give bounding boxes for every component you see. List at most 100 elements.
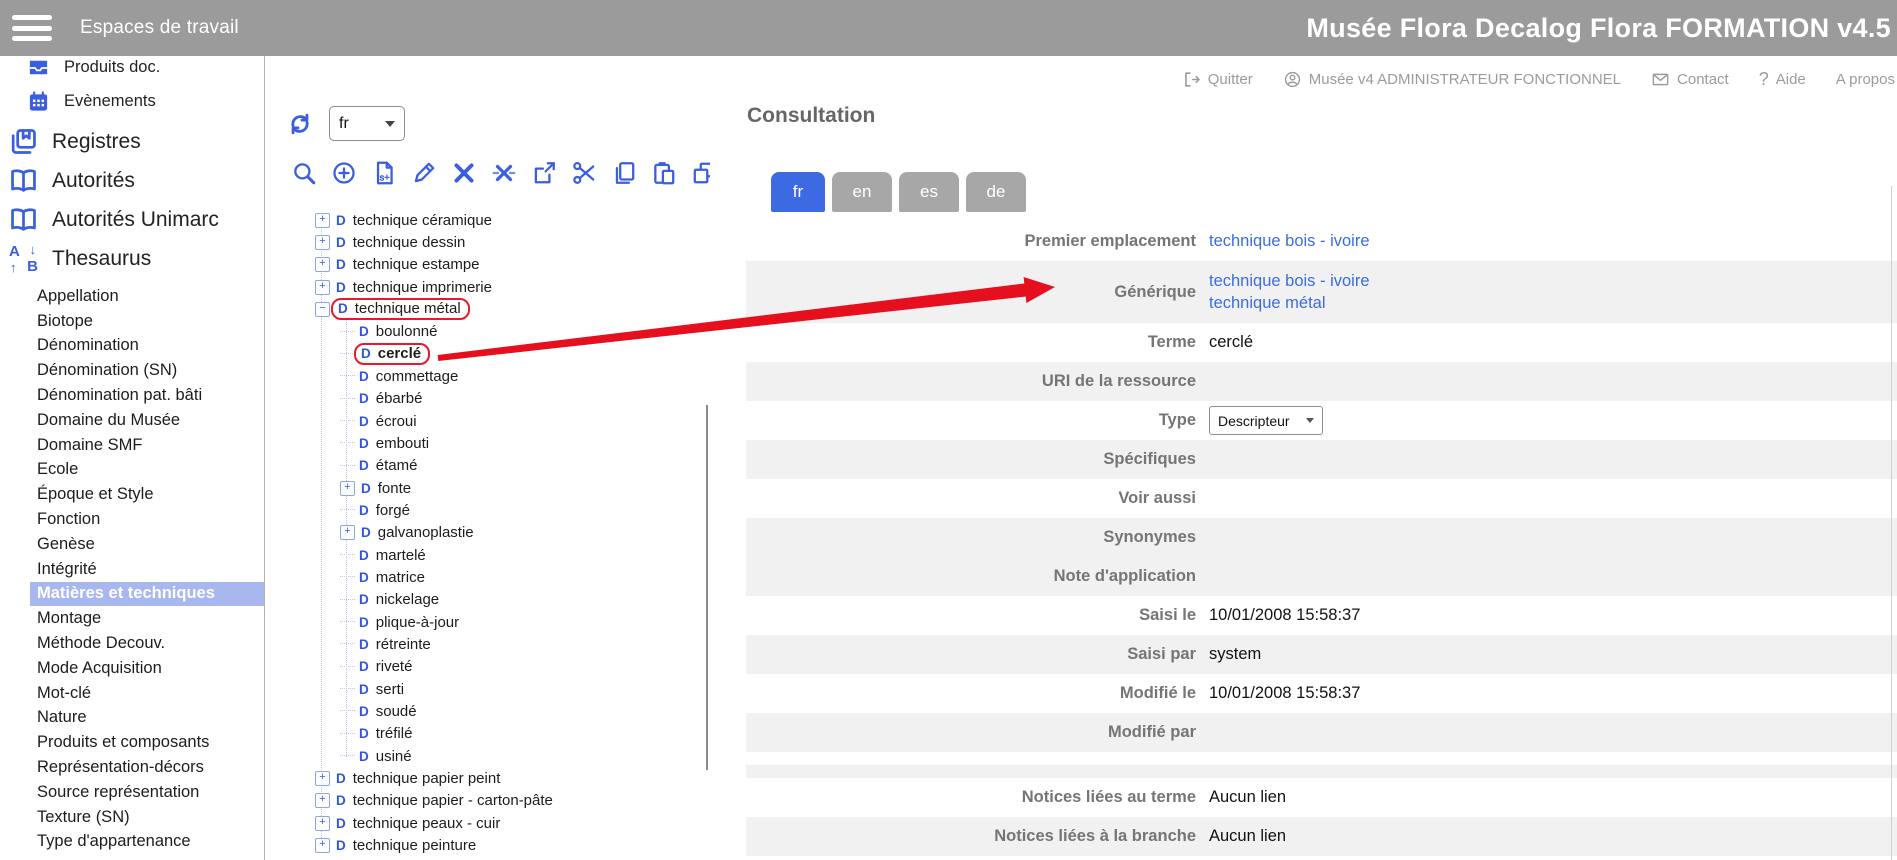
thesaurus-item-int-grit[interactable]: Intégrité [30, 557, 264, 582]
tree-node-commettage[interactable]: Dcommettage [265, 365, 710, 387]
export-icon[interactable] [531, 160, 557, 186]
sidebar-item-autorit-s[interactable]: Autorités [0, 161, 264, 200]
field-row-saisi-par: Saisi parsystem [746, 635, 1897, 674]
refresh-icon[interactable] [287, 111, 313, 137]
sidebar-item-autorit-s-unimarc[interactable]: Autorités Unimarc [0, 200, 264, 239]
sidebar-item-registres[interactable]: Registres [0, 122, 264, 161]
expand-plus-icon[interactable]: + [315, 838, 330, 853]
thesaurus-item-biotope[interactable]: Biotope [30, 309, 264, 334]
expand-plus-icon[interactable]: + [315, 771, 330, 786]
tree-node-technique-estampe[interactable]: +Dtechnique estampe [265, 254, 710, 276]
paste-icon[interactable] [651, 160, 677, 186]
thesaurus-item-d-nomination[interactable]: Dénomination [30, 334, 264, 359]
expand-plus-icon[interactable]: + [315, 793, 330, 808]
tree-node-tam[interactable]: Détamé [265, 455, 710, 477]
thesaurus-item-montage[interactable]: Montage [30, 606, 264, 631]
thesaurus-item-type-d-appartenance[interactable]: Type d'appartenance [30, 830, 264, 855]
tree-node-technique-m-tal[interactable]: −Dtechnique métal [265, 298, 710, 320]
tab-de[interactable]: de [966, 172, 1026, 212]
delete-icon[interactable] [451, 160, 477, 186]
tree-node-technique-papier-peint[interactable]: +Dtechnique papier peint [265, 767, 710, 789]
workspaces-menu-label[interactable]: Espaces de travail [80, 17, 239, 39]
tree-node-embouti[interactable]: Dembouti [265, 432, 710, 454]
search-icon[interactable] [291, 160, 317, 186]
tree-node-tr-fil[interactable]: Dtréfilé [265, 723, 710, 745]
thesaurus-item-nature[interactable]: Nature [30, 706, 264, 731]
tree-node-fonte[interactable]: +Dfonte [265, 477, 710, 499]
type-select[interactable]: Descripteur [1209, 406, 1323, 435]
expand-plus-icon[interactable]: + [315, 816, 330, 831]
tree-node-technique-imprimerie[interactable]: +Dtechnique imprimerie [265, 276, 710, 298]
thesaurus-item-d-nomination-sn[interactable]: Dénomination (SN) [30, 358, 264, 383]
sidebar-item-produits-doc[interactable]: Produits doc. [0, 56, 264, 84]
expand-plus-icon[interactable]: + [315, 257, 330, 272]
thesaurus-item-ecole[interactable]: Ecole [30, 458, 264, 483]
delete-branch-icon[interactable] [491, 160, 517, 186]
thesaurus-item-poque-et-style[interactable]: Époque et Style [30, 482, 264, 507]
tree-node-rivet[interactable]: Driveté [265, 656, 710, 678]
expand-plus-icon[interactable]: + [315, 235, 330, 250]
tab-es[interactable]: es [899, 172, 959, 212]
thesaurus-item-mati-res-et-techniques[interactable]: Matières et techniques [30, 582, 264, 607]
tree-node-croui[interactable]: Décroui [265, 410, 710, 432]
tab-en[interactable]: en [832, 172, 892, 212]
collapse-minus-icon[interactable]: − [315, 302, 330, 317]
sidebar-item-thesaurus[interactable]: A↓↑BThesaurus [0, 239, 264, 278]
tree-node-technique-peinture[interactable]: +Dtechnique peinture [265, 834, 710, 856]
tree-node-boulonn[interactable]: Dboulonné [265, 321, 710, 343]
thesaurus-item-domaine-smf[interactable]: Domaine SMF [30, 433, 264, 458]
add-icon[interactable] [331, 160, 357, 186]
thesaurus-item-fonction[interactable]: Fonction [30, 507, 264, 532]
thesaurus-item-d-nomination-pat-b-ti[interactable]: Dénomination pat. bâti [30, 383, 264, 408]
sidebar-item-label: Autorités Unimarc [52, 208, 219, 232]
expand-plus-icon[interactable]: + [340, 481, 355, 496]
field-value-link[interactable]: technique métal [1209, 294, 1370, 313]
tree-node-core: Dmatrice [359, 569, 425, 586]
thesaurus-item-produits-et-composants[interactable]: Produits et composants [30, 730, 264, 755]
tree-node-martel[interactable]: Dmartelé [265, 544, 710, 566]
tree-node-usin[interactable]: Dusiné [265, 745, 710, 767]
tab-fr[interactable]: fr [771, 172, 825, 212]
tree-node-nickelage[interactable]: Dnickelage [265, 589, 710, 611]
hamburger-menu-icon[interactable] [12, 15, 52, 41]
tree-node-technique-dessin[interactable]: +Dtechnique dessin [265, 231, 710, 253]
thesaurus-item-mot-cl[interactable]: Mot-clé [30, 681, 264, 706]
tree-language-select[interactable]: fr [329, 106, 405, 141]
tree-node-technique-papier-carton-p-te[interactable]: +Dtechnique papier - carton-pâte [265, 790, 710, 812]
tree-node-forg[interactable]: Dforgé [265, 499, 710, 521]
duplicate-icon[interactable] [691, 160, 710, 186]
tree-node-serti[interactable]: Dserti [265, 678, 710, 700]
app-header: Espaces de travail Musée Flora Decalog F… [0, 0, 1897, 56]
expand-plus-icon[interactable]: + [315, 213, 330, 228]
thesaurus-item-domaine-du-mus-e[interactable]: Domaine du Musée [30, 408, 264, 433]
panel-scrollbar[interactable] [1891, 186, 1892, 860]
tree-node-galvanoplastie[interactable]: +Dgalvanoplastie [265, 522, 710, 544]
thesaurus-item-appellation[interactable]: Appellation [30, 284, 264, 309]
thesaurus-item-repr-sentation-d-cors[interactable]: Représentation-décors [30, 755, 264, 780]
tree-node-technique-c-ramique[interactable]: +Dtechnique céramique [265, 209, 710, 231]
sidebar-item-ev-nements[interactable]: Evènements [0, 84, 264, 118]
thesaurus-item-m-thode-decouv[interactable]: Méthode Decouv. [30, 631, 264, 656]
add-document-icon[interactable]: s+ [371, 160, 397, 186]
tree-scrollbar[interactable] [706, 405, 708, 770]
thesaurus-item-source-repr-sentation[interactable]: Source représentation [30, 780, 264, 805]
tree-node-barb[interactable]: Débarbé [265, 388, 710, 410]
tree-node-core: Dtréfilé [359, 725, 412, 742]
expand-plus-icon[interactable]: + [340, 525, 355, 540]
copy-icon[interactable] [611, 160, 637, 186]
tree-node-soud[interactable]: Dsoudé [265, 700, 710, 722]
tree-node-plique-jour[interactable]: Dplique-à-jour [265, 611, 710, 633]
tree-node-matrice[interactable]: Dmatrice [265, 566, 710, 588]
expand-plus-icon[interactable]: + [315, 280, 330, 295]
book-icon [8, 165, 39, 196]
tree-node-r-treinte[interactable]: Drétreinte [265, 633, 710, 655]
field-value-link[interactable]: technique bois - ivoire [1209, 232, 1370, 251]
tree-node-cercl[interactable]: Dcerclé [265, 343, 710, 365]
thesaurus-item-gen-se[interactable]: Genèse [30, 532, 264, 557]
thesaurus-item-texture-sn[interactable]: Texture (SN) [30, 805, 264, 830]
tree-node-technique-peaux-cuir[interactable]: +Dtechnique peaux - cuir [265, 812, 710, 834]
thesaurus-item-mode-acquisition[interactable]: Mode Acquisition [30, 656, 264, 681]
edit-icon[interactable] [411, 160, 437, 186]
cut-icon[interactable] [571, 160, 597, 186]
field-value-link[interactable]: technique bois - ivoire [1209, 272, 1370, 291]
